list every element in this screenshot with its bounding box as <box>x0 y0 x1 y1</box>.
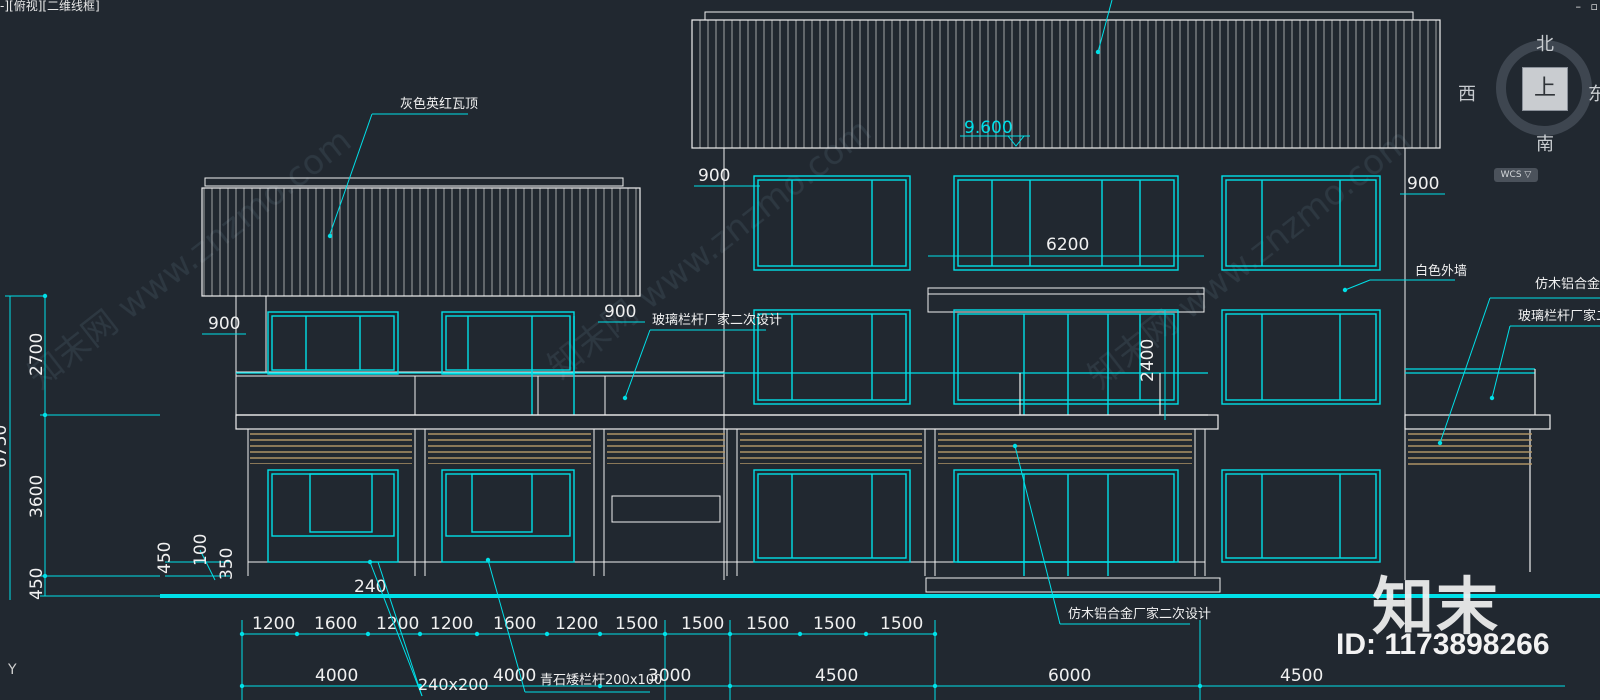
viewcube-top-face[interactable]: 上 <box>1522 67 1568 111</box>
balcony-lines <box>235 372 1219 430</box>
cad-drawing[interactable]: 知末网 www.znzmo.com 知末网 www.znzmo.com 知末网 … <box>0 0 1600 700</box>
right-wing <box>1404 368 1551 572</box>
dim-label: 900 <box>604 302 636 322</box>
main-roof <box>691 11 1441 149</box>
dim-label: 6000 <box>1048 666 1091 686</box>
dim-label: 1200 <box>555 614 598 634</box>
annotation-wood-aluminum: 仿木铝合金 <box>1535 276 1600 292</box>
dim-label: 2700 <box>27 333 47 376</box>
dim-label: 1200 <box>430 614 473 634</box>
viewcube[interactable]: 上 北 南 西 东 WCS ▽ <box>1458 30 1600 190</box>
dim-label: 900 <box>1407 174 1439 194</box>
annotation-wood-aluminum-factory: 仿木铝合金厂家二次设计 <box>1068 606 1211 622</box>
annotation-post-size: 240x200 <box>418 675 489 694</box>
annotation-roof-tile: 灰色英红瓦顶 <box>400 96 478 112</box>
wood-louvers <box>250 431 1192 464</box>
annotation-railing-right: 玻璃栏杆厂家二次 <box>1518 308 1600 324</box>
annotation-railing-left: 玻璃栏杆厂家二次设计 <box>652 312 782 328</box>
dim-label: 3600 <box>27 475 47 518</box>
annotation-white-wall: 白色外墙 <box>1415 263 1467 279</box>
dim-label: 4500 <box>1280 666 1323 686</box>
left-roof <box>201 177 641 297</box>
ground-windows <box>267 469 1381 576</box>
compass-west[interactable]: 西 <box>1458 80 1476 106</box>
dim-label: 1500 <box>880 614 923 634</box>
compass-south[interactable]: 南 <box>1536 130 1554 156</box>
dim-label: 1500 <box>681 614 724 634</box>
dim-label: 1200 <box>252 614 295 634</box>
elevation-label: 9.600 <box>964 118 1013 138</box>
dim-label: 4000 <box>493 666 536 686</box>
dim-label: 900 <box>698 166 730 186</box>
annotation-stone-railing: 青石矮栏杆200x100 <box>540 673 662 688</box>
dim-label: 1600 <box>314 614 357 634</box>
watermark-text: 知末网 www.znzmo.com <box>1081 121 1419 397</box>
dim-label: 1200 <box>376 614 419 634</box>
dim-label: 6200 <box>1046 235 1089 255</box>
dim-label: 4500 <box>815 666 858 686</box>
compass-north[interactable]: 北 <box>1536 30 1554 56</box>
dim-label: 1500 <box>746 614 789 634</box>
dim-label: 240 <box>354 577 386 597</box>
dim-label: 100 <box>191 534 211 566</box>
dim-label: 1600 <box>493 614 536 634</box>
dim-label: 350 <box>217 548 237 580</box>
dim-label: 2400 <box>1138 339 1158 382</box>
compass-east[interactable]: 东 <box>1588 80 1600 106</box>
dim-label: 900 <box>208 314 240 334</box>
dim-label: 1500 <box>813 614 856 634</box>
dim-label: 1500 <box>615 614 658 634</box>
wcs-dropdown[interactable]: WCS ▽ <box>1494 168 1538 182</box>
brand-id: ID: 1173898266 <box>1336 628 1550 661</box>
ucs-y-axis-label: Y <box>8 662 17 678</box>
dim-label: 450 <box>155 542 175 574</box>
dims-row-1: 1200 1600 1200 1200 1600 1200 1500 1500 … <box>252 614 923 634</box>
dim-label: 450 <box>27 568 47 600</box>
left-upper-windows <box>267 311 575 415</box>
dim-label: 4000 <box>315 666 358 686</box>
dim-label: 6750 <box>0 425 11 468</box>
